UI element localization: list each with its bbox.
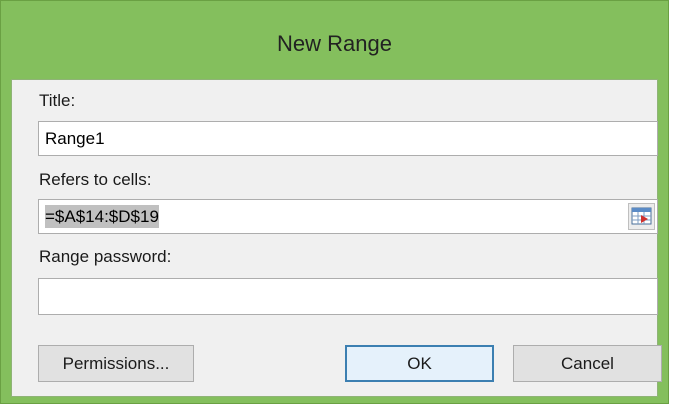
title-input[interactable]: Range1 (38, 121, 658, 156)
title-label: Title: (39, 91, 75, 111)
refers-to-cells-label: Refers to cells: (39, 170, 151, 190)
refers-to-cells-value: =$A$14:$D$19 (45, 205, 159, 228)
title-label-text: Title: (39, 91, 76, 110)
new-range-dialog: New Range Title: Range1 Refers to cells:… (0, 0, 669, 404)
cancel-button[interactable]: Cancel (513, 345, 662, 382)
ok-button-label: OK (407, 354, 432, 373)
ok-button[interactable]: OK (345, 345, 494, 382)
collapse-dialog-button[interactable] (628, 203, 655, 230)
range-password-label-text: Range password: (39, 247, 172, 266)
permissions-button[interactable]: Permissions... (38, 345, 194, 382)
range-password-label: Range password: (39, 247, 171, 267)
refers-to-cells-input[interactable]: =$A$14:$D$19 (38, 199, 658, 234)
title-input-value: Range1 (45, 129, 105, 148)
range-password-input[interactable] (38, 278, 658, 315)
dialog-title: New Range (277, 31, 392, 56)
cancel-button-label: Cancel (561, 354, 614, 373)
permissions-button-label: Permissions... (62, 354, 170, 373)
range-select-icon (631, 207, 652, 225)
dialog-client-area: Title: Range1 Refers to cells: =$A$14:$D… (11, 79, 662, 397)
refers-to-cells-label-text: Refers to cells: (39, 170, 152, 189)
